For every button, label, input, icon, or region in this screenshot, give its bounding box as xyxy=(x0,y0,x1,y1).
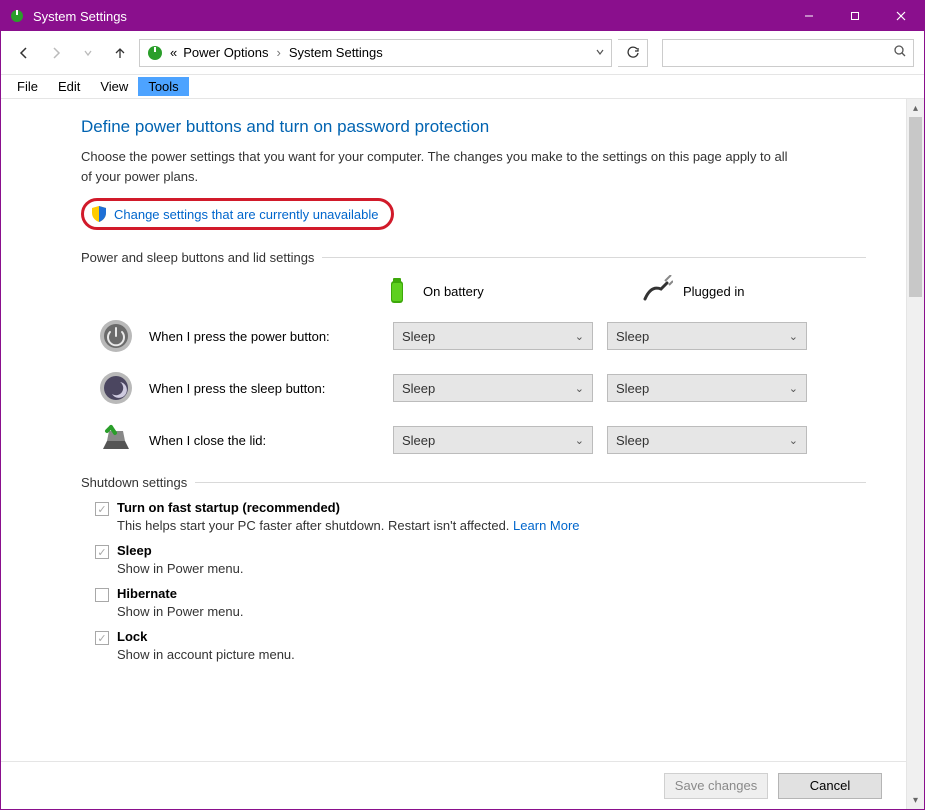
up-button[interactable] xyxy=(107,39,133,67)
window-title: System Settings xyxy=(33,9,127,24)
row-label: When I press the power button: xyxy=(149,329,379,344)
learn-more-link[interactable]: Learn More xyxy=(513,518,579,533)
section-title: Power and sleep buttons and lid settings xyxy=(81,250,314,265)
close-lid-plugged-select[interactable]: Sleep⌄ xyxy=(607,426,807,454)
checkbox-label: Sleep xyxy=(117,543,152,558)
checkbox-icon: ✓ xyxy=(95,631,109,645)
row-sleep-button: When I press the sleep button: Sleep⌄ Sl… xyxy=(81,369,866,407)
row-label: When I press the sleep button: xyxy=(149,381,379,396)
page-title: Define power buttons and turn on passwor… xyxy=(81,117,866,137)
checkbox-sublabel: This helps start your PC faster after sh… xyxy=(117,518,866,533)
checkbox-sublabel: Show in account picture menu. xyxy=(117,647,866,662)
refresh-button[interactable] xyxy=(618,39,648,67)
fast-startup-checkbox[interactable]: ✓ Turn on fast startup (recommended) xyxy=(95,500,866,516)
scroll-down-icon[interactable]: ▾ xyxy=(907,791,924,809)
minimize-button[interactable] xyxy=(786,1,832,31)
lock-checkbox[interactable]: ✓ Lock xyxy=(95,629,866,645)
col-on-battery: On battery xyxy=(381,275,581,307)
navbar: « Power Options › System Settings xyxy=(1,31,924,75)
breadcrumb-item[interactable]: Power Options xyxy=(183,45,268,60)
column-headers: On battery Plugged in xyxy=(381,275,866,307)
chevron-down-icon: ⌄ xyxy=(789,382,798,395)
chevron-down-icon: ⌄ xyxy=(789,434,798,447)
address-bar[interactable]: « Power Options › System Settings xyxy=(139,39,612,67)
breadcrumb-item[interactable]: System Settings xyxy=(289,45,383,60)
section-shutdown: Shutdown settings xyxy=(81,475,866,490)
col-label: On battery xyxy=(423,284,484,299)
section-title: Shutdown settings xyxy=(81,475,187,490)
forward-button[interactable] xyxy=(43,39,69,67)
sleep-button-icon xyxy=(97,369,135,407)
maximize-button[interactable] xyxy=(832,1,878,31)
chevron-down-icon: ⌄ xyxy=(575,382,584,395)
checkbox-label: Turn on fast startup (recommended) xyxy=(117,500,340,515)
content-pane: Define power buttons and turn on passwor… xyxy=(1,99,906,809)
row-label: When I close the lid: xyxy=(149,433,379,448)
checkbox-icon: ✓ xyxy=(95,545,109,559)
hibernate-checkbox[interactable]: Hibernate xyxy=(95,586,866,602)
power-button-icon xyxy=(97,317,135,355)
save-changes-button[interactable]: Save changes xyxy=(664,773,768,799)
chevron-right-icon: › xyxy=(275,45,283,60)
menu-file[interactable]: File xyxy=(7,77,48,96)
scroll-thumb[interactable] xyxy=(909,117,922,297)
admin-link-highlight: Change settings that are currently unava… xyxy=(81,198,394,230)
row-close-lid: When I close the lid: Sleep⌄ Sleep⌄ xyxy=(81,421,866,459)
cancel-button[interactable]: Cancel xyxy=(778,773,882,799)
menubar: File Edit View Tools xyxy=(1,75,924,99)
power-button-battery-select[interactable]: Sleep⌄ xyxy=(393,322,593,350)
back-button[interactable] xyxy=(11,39,37,67)
app-icon xyxy=(9,8,25,24)
col-label: Plugged in xyxy=(683,284,744,299)
search-input[interactable] xyxy=(669,44,893,61)
sleep-checkbox[interactable]: ✓ Sleep xyxy=(95,543,866,559)
vertical-scrollbar[interactable]: ▴ ▾ xyxy=(906,99,924,809)
row-power-button: When I press the power button: Sleep⌄ Sl… xyxy=(81,317,866,355)
menu-tools[interactable]: Tools xyxy=(138,77,188,96)
checkbox-icon: ✓ xyxy=(95,502,109,516)
checkbox-sublabel: Show in Power menu. xyxy=(117,561,866,576)
chevron-down-icon: ⌄ xyxy=(575,330,584,343)
chevron-down-icon: ⌄ xyxy=(575,434,584,447)
search-icon[interactable] xyxy=(893,44,907,61)
chevron-down-icon: ⌄ xyxy=(789,330,798,343)
recent-dropdown[interactable] xyxy=(75,39,101,67)
section-buttons-lid: Power and sleep buttons and lid settings xyxy=(81,250,866,265)
checkbox-label: Hibernate xyxy=(117,586,177,601)
plug-icon xyxy=(641,275,673,307)
titlebar: System Settings xyxy=(1,1,924,31)
power-button-plugged-select[interactable]: Sleep⌄ xyxy=(607,322,807,350)
change-unavailable-settings-link[interactable]: Change settings that are currently unava… xyxy=(114,207,379,222)
page-description: Choose the power settings that you want … xyxy=(81,147,801,186)
search-box[interactable] xyxy=(662,39,914,67)
menu-view[interactable]: View xyxy=(90,77,138,96)
breadcrumb-prefix: « xyxy=(170,45,177,60)
footer: Save changes Cancel xyxy=(1,761,906,809)
sleep-button-battery-select[interactable]: Sleep⌄ xyxy=(393,374,593,402)
shutdown-settings-list: ✓ Turn on fast startup (recommended) Thi… xyxy=(95,500,866,662)
shield-icon xyxy=(90,205,108,223)
laptop-lid-icon xyxy=(97,421,135,459)
location-icon xyxy=(146,44,164,62)
close-lid-battery-select[interactable]: Sleep⌄ xyxy=(393,426,593,454)
battery-icon xyxy=(381,275,413,307)
checkbox-icon xyxy=(95,588,109,602)
menu-edit[interactable]: Edit xyxy=(48,77,90,96)
close-button[interactable] xyxy=(878,1,924,31)
checkbox-sublabel: Show in Power menu. xyxy=(117,604,866,619)
checkbox-label: Lock xyxy=(117,629,147,644)
col-plugged-in: Plugged in xyxy=(641,275,841,307)
sleep-button-plugged-select[interactable]: Sleep⌄ xyxy=(607,374,807,402)
address-dropdown[interactable] xyxy=(595,45,605,60)
scroll-up-icon[interactable]: ▴ xyxy=(907,99,924,117)
